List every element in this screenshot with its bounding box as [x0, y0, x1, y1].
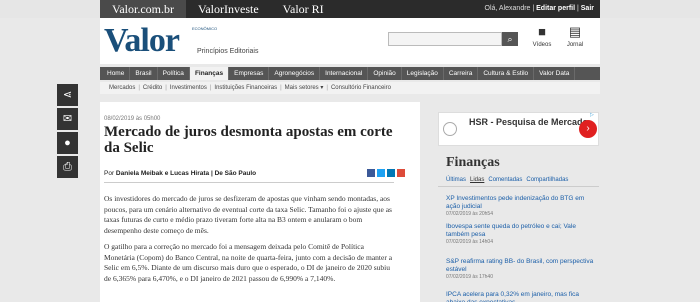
valor-logo[interactable]: Valor [104, 24, 180, 58]
twitter-icon[interactable] [377, 169, 385, 177]
nav-financas[interactable]: Finanças [189, 67, 230, 80]
nav-home[interactable]: Home [102, 67, 131, 80]
adchoices-icon[interactable]: ▷ [590, 112, 598, 118]
article-authors: Daniela Meibak e Lucas Hirata [115, 170, 210, 177]
chevron-down-icon: ▾ [320, 85, 324, 91]
comment-button[interactable]: ● [57, 132, 78, 154]
nav-agronegocios[interactable]: Agronegócios [269, 67, 321, 80]
search-input[interactable] [388, 32, 502, 46]
subnav-mercados[interactable]: Mercados [106, 82, 138, 94]
article: 08/02/2019 às 05h00 Mercado de juros des… [100, 102, 420, 302]
article-paragraph: Os investidores do mercado de juros se d… [104, 194, 392, 235]
divider [104, 182, 394, 183]
nav-empresas[interactable]: Empresas [229, 67, 270, 80]
financas-sidebar: Finanças Últimas Lidas Comentadas Compar… [438, 150, 599, 302]
nav-internacional[interactable]: Internacional [320, 67, 369, 80]
search-icon: ⌕ [507, 34, 513, 44]
edit-profile-link[interactable]: Editar perfil [536, 5, 575, 12]
nav-legislacao[interactable]: Legislação [402, 67, 444, 80]
facebook-icon[interactable] [367, 169, 375, 177]
jornal-button[interactable]: ▤ Jornal [563, 24, 587, 49]
list-item[interactable]: S&P reafirma rating BB- do Brasil, com p… [446, 258, 596, 280]
nav-valor-data[interactable]: Valor Data [534, 67, 576, 80]
user-box: Olá, Alexandre | Editar perfil | Sair [420, 0, 600, 18]
envelope-icon: ✉ [62, 113, 73, 125]
tab-comentadas[interactable]: Comentadas [488, 177, 522, 183]
search-button[interactable]: ⌕ [502, 32, 518, 46]
tab-valor-ri[interactable]: Valor RI [271, 0, 336, 18]
article-byline: Por Daniela Meibak e Lucas Hirata | De S… [104, 170, 256, 177]
subnav-consultorio[interactable]: Consultório Financeiro [328, 82, 394, 94]
news-time: 07/02/2019 às 20h54 [446, 211, 493, 217]
nav-politica[interactable]: Política [158, 67, 190, 80]
sidebar-title: Finanças [446, 155, 500, 170]
nav-cultura-estilo[interactable]: Cultura & Estilo [478, 67, 535, 80]
nav-opiniao[interactable]: Opinião [368, 67, 402, 80]
sub-nav: Mercados | Crédito | Investimentos | Instit… [100, 82, 600, 94]
newspaper-icon: ▤ [568, 24, 582, 39]
subnav-instituicoes[interactable]: Instituições Financeiras [211, 82, 280, 94]
subnav-investimentos[interactable]: Investimentos [167, 82, 210, 94]
nav-brasil[interactable]: Brasil [130, 67, 158, 80]
news-headline[interactable]: IPCA acelera para 0,32% em janeiro, mas … [446, 291, 596, 302]
logout-link[interactable]: Sair [581, 5, 594, 12]
chevron-right-icon[interactable]: › [579, 120, 597, 138]
ad-logo-icon [443, 122, 457, 136]
social-share-icons [367, 169, 405, 177]
main-nav: Home Brasil Política Finanças Empresas A… [100, 67, 600, 80]
ad-text: HSR - Pesquisa de Mercado [469, 117, 589, 127]
byline-prefix: Por [104, 170, 116, 177]
comment-icon: ● [64, 137, 71, 149]
videos-button[interactable]: ■ Vídeos [530, 24, 554, 49]
advertisement[interactable]: HSR - Pesquisa de Mercado › [438, 112, 599, 146]
list-item[interactable]: XP Investimentos pede indenização do BTG… [446, 195, 596, 217]
share-icon: ⋖ [62, 89, 73, 101]
sidebar-tabs: Últimas Lidas Comentadas Compartilhadas [446, 177, 568, 183]
share-bar: ⋖ ✉ ● ⎙ [57, 84, 78, 180]
subnav-mais-setores[interactable]: Mais setores ▾ [282, 82, 327, 94]
byline-location: | De São Paulo [209, 170, 257, 177]
news-headline[interactable]: S&P reafirma rating BB- do Brasil, com p… [446, 258, 596, 273]
list-item[interactable]: IPCA acelera para 0,32% em janeiro, mas … [446, 291, 596, 302]
page: Valor.com.br ValorInveste Valor RI Olá, … [0, 0, 700, 302]
article-date: 08/02/2019 às 05h00 [104, 116, 161, 122]
videos-label: Vídeos [532, 42, 552, 48]
news-time: 07/02/2019 às 14h04 [446, 239, 493, 245]
news-time: 07/02/2019 às 17h40 [446, 274, 493, 280]
print-button[interactable]: ⎙ [57, 156, 78, 178]
logo-subtitle: ECONÔMICO [192, 26, 218, 31]
tab-lidas[interactable]: Lidas [470, 177, 484, 183]
news-headline[interactable]: XP Investimentos pede indenização do BTG… [446, 195, 596, 210]
principios-editoriais-link[interactable]: Princípios Editoriais [197, 48, 258, 55]
tab-valor[interactable]: Valor.com.br [100, 0, 186, 18]
mais-setores-label: Mais setores [284, 85, 319, 91]
video-camera-icon: ■ [538, 24, 546, 39]
article-headline: Mercado de juros desmonta apostas em cor… [104, 124, 393, 156]
share-button[interactable]: ⋖ [57, 84, 78, 106]
jornal-label: Jornal [566, 42, 584, 48]
user-greeting: Olá, Alexandre | [484, 5, 537, 12]
list-item[interactable]: Ibovespa sente queda do petróleo e cai; … [446, 223, 596, 245]
email-button[interactable]: ✉ [57, 108, 78, 130]
divider [438, 186, 599, 187]
printer-icon: ⎙ [63, 161, 72, 173]
tab-compartilhadas[interactable]: Compartilhadas [526, 177, 568, 183]
news-headline[interactable]: Ibovespa sente queda do petróleo e cai; … [446, 223, 596, 238]
article-paragraph: O gatilho para a correção no mercado foi… [104, 242, 393, 283]
linkedin-icon[interactable] [387, 169, 395, 177]
tab-valorinveste[interactable]: ValorInveste [186, 0, 271, 18]
subnav-credito[interactable]: Crédito [140, 82, 165, 94]
nav-carreira[interactable]: Carreira [444, 67, 479, 80]
site-header: Valor ECONÔMICO Princípios Editoriais ⌕ … [100, 18, 600, 64]
article-body: Os investidores do mercado de juros se d… [104, 194, 394, 290]
tab-ultimas[interactable]: Últimas [446, 177, 466, 183]
top-bar: Valor.com.br ValorInveste Valor RI Olá, … [0, 0, 700, 18]
google-plus-icon[interactable] [397, 169, 405, 177]
